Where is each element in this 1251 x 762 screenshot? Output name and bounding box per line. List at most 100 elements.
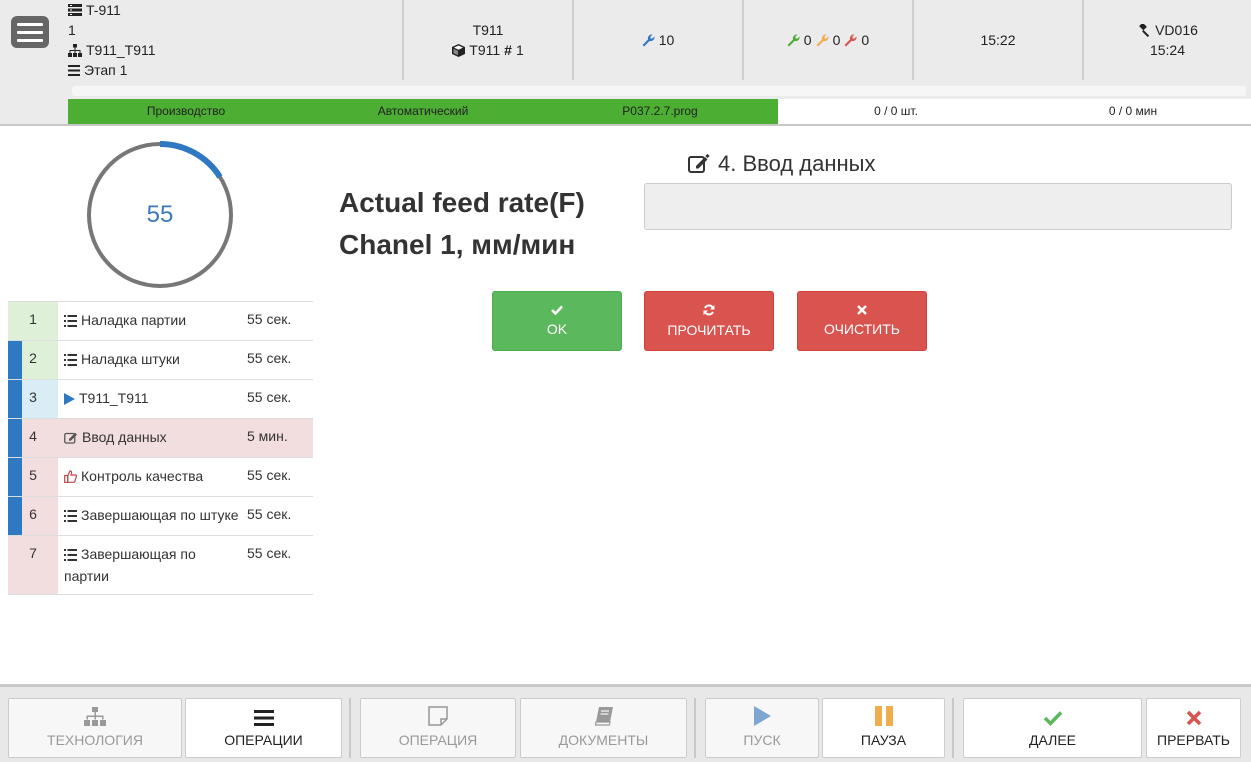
sticky-note-icon	[428, 706, 448, 726]
operation-row[interactable]: 3 T911_T911 55 сек.	[8, 380, 313, 419]
times-icon	[1186, 710, 1201, 726]
tools-cell: 10	[572, 0, 742, 80]
next-button[interactable]: ДАЛЕЕ	[963, 698, 1142, 758]
operation-marker	[8, 497, 22, 535]
operation-duration: 55 сек.	[247, 545, 292, 561]
operation-name-text: Завершающая по штуке	[81, 507, 239, 523]
parameter-title-line1: Actual feed rate(F)	[339, 187, 585, 218]
operation-row[interactable]: 6 Завершающая по штуке 55 сек.	[8, 497, 313, 536]
play-icon	[64, 390, 75, 410]
thumbs-up-icon	[64, 468, 78, 488]
wrench-icon	[642, 33, 655, 46]
operation-name: Контроль качества	[58, 458, 247, 496]
footer-divider	[952, 698, 954, 758]
bars-icon	[253, 710, 274, 726]
operation-marker	[8, 341, 22, 379]
play-icon	[754, 706, 771, 726]
operation-number-text: 5	[29, 467, 37, 483]
check-icon	[551, 305, 563, 315]
header-progress-track	[72, 86, 1246, 96]
operator-time: 15:24	[1149, 42, 1186, 58]
operation-name: Ввод данных	[58, 419, 247, 457]
check-icon	[1043, 711, 1062, 726]
operation-name-text: Ввод данных	[82, 429, 167, 445]
operation-number: 7	[8, 536, 58, 594]
operation-row[interactable]: 2 Наладка штуки 55 сек.	[8, 341, 313, 380]
status-progress-fill: Производство Автоматический P037.2.7.pro…	[68, 99, 778, 124]
tool-bad-count: 0	[861, 32, 870, 48]
header-bar: T-911 1 T911_T911 Этап 1 T911 T911 # 1 1…	[0, 0, 1251, 126]
documents-button[interactable]: ДОКУМЕНТЫ	[520, 698, 687, 758]
operation-label: ОПЕРАЦИЯ	[398, 732, 478, 748]
operation-name: Завершающая по партии	[58, 536, 247, 594]
status-pieces: 0 / 0 шт.	[874, 104, 918, 118]
operation-duration: 55 сек.	[247, 467, 292, 483]
operation-name: Наладка партии	[58, 302, 247, 340]
time-cell: 15:22	[912, 0, 1082, 80]
clear-button[interactable]: ОЧИСТИТЬ	[797, 291, 927, 351]
start-button[interactable]: ПУСК	[705, 698, 819, 758]
operation-duration: 55 сек.	[247, 311, 292, 327]
machine-icon	[68, 4, 82, 16]
abort-button[interactable]: ПРЕРВАТЬ	[1146, 698, 1241, 758]
operation-number-text: 6	[29, 506, 37, 522]
operator-id: VD016	[1155, 22, 1198, 38]
operation-name: Завершающая по штуке	[58, 497, 247, 535]
parameter-title-line2: Chanel 1, мм/мин	[339, 229, 576, 260]
step-title: 4. Ввод данных	[688, 151, 875, 177]
clear-button-label: ОЧИСТИТЬ	[824, 321, 900, 337]
machine-code: T-911	[86, 2, 121, 18]
job-info: T-911 1 T911_T911 Этап 1	[68, 0, 156, 80]
status-mode: Производство	[146, 104, 226, 118]
operation-row[interactable]: 5 Контроль качества 55 сек.	[8, 458, 313, 497]
structure-name: T911_T911	[86, 42, 156, 58]
footer-divider	[694, 698, 696, 758]
pause-button[interactable]: ПАУЗА	[822, 698, 945, 758]
gavel-icon	[1139, 23, 1150, 37]
list-icon	[64, 546, 77, 566]
part-code: T911	[469, 42, 501, 58]
operation-marker	[8, 419, 22, 457]
operation-number: 1	[8, 302, 58, 340]
parameter-title: Actual feed rate(F) Chanel 1, мм/мин	[339, 182, 585, 266]
operation-name-text: Контроль качества	[81, 468, 204, 484]
operation-number-text: 7	[29, 545, 37, 561]
data-entry-input[interactable]	[644, 183, 1232, 230]
wrench-ok-icon	[787, 33, 800, 46]
documents-label: ДОКУМЕНТЫ	[558, 732, 649, 748]
bars-icon	[68, 64, 80, 76]
pause-label: ПАУЗА	[860, 732, 907, 748]
technology-button[interactable]: ТЕХНОЛОГИЯ	[8, 698, 182, 758]
status-bar: Производство Автоматический P037.2.7.pro…	[68, 99, 1251, 124]
operation-name: Наладка штуки	[58, 341, 247, 379]
operation-number-text: 1	[29, 311, 37, 327]
ok-button-label: OK	[546, 321, 568, 337]
list-icon	[64, 507, 77, 527]
refresh-icon	[703, 304, 715, 316]
operation-name-text: Наладка штуки	[81, 351, 180, 367]
book-icon	[594, 707, 613, 726]
status-counters: 0 / 0 шт. 0 / 0 мин	[778, 99, 1251, 124]
footer-divider	[349, 698, 351, 758]
ok-button[interactable]: OK	[492, 291, 622, 351]
operation-name-text: Наладка партии	[81, 312, 187, 328]
status-minutes: 0 / 0 мин	[1108, 104, 1158, 118]
operation-number: 6	[8, 497, 58, 535]
footer-toolbar: ТЕХНОЛОГИЯ ОПЕРАЦИИ ОПЕРАЦИЯ ДОКУМЕНТЫ П…	[0, 684, 1251, 762]
read-button[interactable]: ПРОЧИТАТЬ	[644, 291, 774, 351]
operation-row[interactable]: 4 Ввод данных 5 мин.	[8, 419, 313, 458]
operation-duration: 5 мин.	[247, 428, 288, 444]
operations-button[interactable]: ОПЕРАЦИИ	[185, 698, 342, 758]
operation-button[interactable]: ОПЕРАЦИЯ	[360, 698, 516, 758]
hash-icon: #	[504, 42, 512, 58]
operation-row[interactable]: 1 Наладка партии 55 сек.	[8, 302, 313, 341]
step-title-text: 4. Ввод данных	[718, 151, 876, 176]
operation-marker	[8, 458, 22, 496]
tool-ok-count: 0	[803, 32, 812, 48]
hamburger-menu-button[interactable]	[11, 16, 49, 48]
edit-icon	[64, 429, 78, 449]
operation-duration: 55 сек.	[247, 506, 292, 522]
part-number: 1	[515, 42, 524, 58]
cube-icon	[452, 43, 466, 57]
operation-row[interactable]: 7 Завершающая по партии 55 сек.	[8, 536, 313, 595]
